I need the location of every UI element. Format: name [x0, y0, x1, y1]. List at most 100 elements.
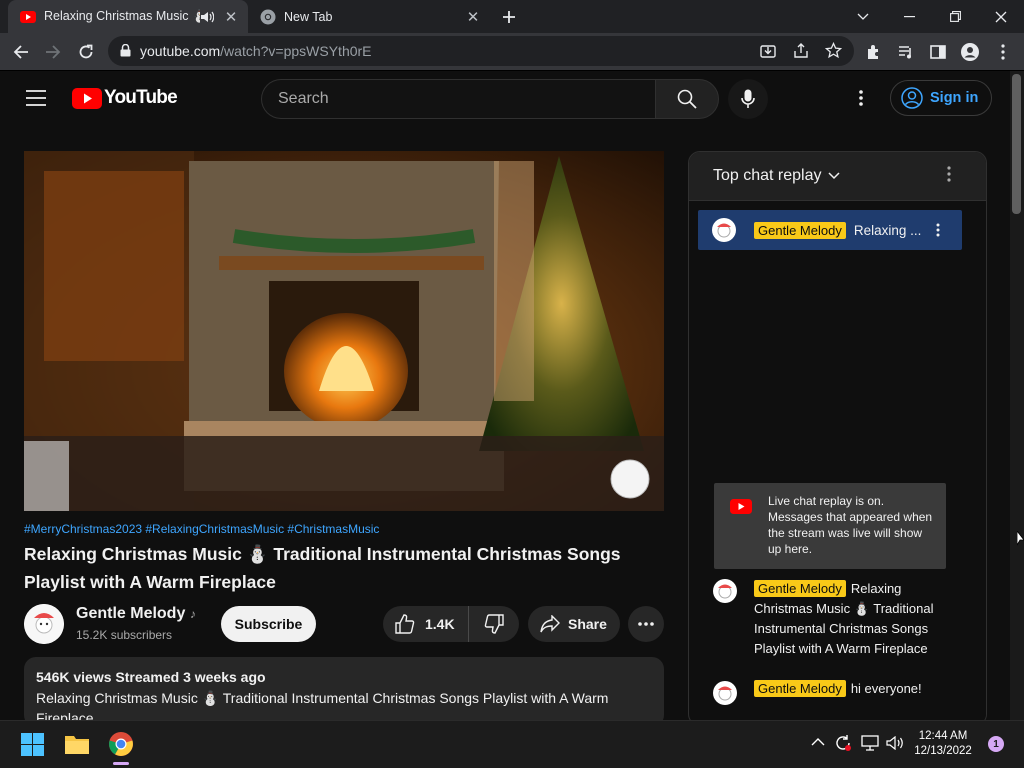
author-badge[interactable]: Gentle Melody: [754, 580, 846, 597]
network-icon[interactable]: [861, 735, 879, 751]
page-scrollbar-thumb[interactable]: [1012, 74, 1021, 214]
tab-search-icon[interactable]: [840, 0, 886, 33]
new-tab-button[interactable]: [498, 6, 520, 28]
video-hashtags[interactable]: #MerryChristmas2023 #RelaxingChristmasMu…: [24, 522, 379, 536]
chat-more-icon[interactable]: [947, 166, 951, 182]
chat-avatar: [712, 218, 736, 242]
active-app-indicator: [113, 762, 129, 765]
system-clock[interactable]: 12:44 AM 12/13/2022: [913, 729, 973, 759]
sync-icon[interactable]: [834, 734, 852, 752]
mouse-cursor-icon: [1017, 531, 1024, 547]
chat-scrollbar[interactable]: [975, 201, 986, 721]
subscribe-button[interactable]: Subscribe: [221, 606, 316, 642]
close-tab-icon[interactable]: ✕: [222, 8, 240, 26]
chat-header: Top chat replay: [689, 152, 986, 201]
more-horizontal-icon: [638, 622, 654, 626]
forward-arrow-icon[interactable]: [42, 41, 64, 63]
audio-playing-icon[interactable]: [200, 11, 214, 23]
video-description[interactable]: 546K views Streamed 3 weeks ago Relaxing…: [24, 657, 664, 727]
search-input[interactable]: Search: [261, 79, 656, 119]
like-count: 1.4K: [425, 616, 455, 632]
share-arrow-icon: [540, 615, 560, 633]
voice-search-button[interactable]: [728, 79, 768, 119]
back-arrow-icon[interactable]: [10, 41, 32, 63]
pinned-message-text: Relaxing ...: [853, 222, 922, 238]
clock-date: 12/13/2022: [914, 745, 972, 757]
chrome-taskbar-icon[interactable]: [108, 731, 134, 757]
chat-message[interactable]: Gentle Melody hi everyone!: [713, 680, 954, 705]
restore-icon[interactable]: [932, 0, 978, 33]
dislike-button[interactable]: [469, 606, 519, 642]
tab-title: Relaxing Christmas Music ⛄: [44, 9, 200, 23]
tab-new-tab[interactable]: New Tab ✕: [250, 0, 490, 33]
channel-name[interactable]: Gentle Melody ♪: [76, 605, 196, 623]
video-player[interactable]: [24, 151, 664, 511]
live-chat-panel: Top chat replay Gentle Melody Relaxing .…: [688, 151, 987, 726]
like-button[interactable]: 1.4K: [383, 606, 469, 642]
chat-message-text: hi everyone!: [850, 681, 922, 696]
author-badge[interactable]: Gentle Melody: [754, 221, 846, 239]
lock-icon[interactable]: [120, 44, 131, 57]
chevron-down-icon: [827, 172, 840, 180]
tab-youtube[interactable]: Relaxing Christmas Music ⛄ ✕: [8, 0, 248, 33]
replay-notice: Live chat replay is on. Messages that ap…: [714, 483, 946, 569]
youtube-play-logo-icon: [72, 87, 102, 109]
pinned-more-icon[interactable]: [936, 223, 940, 237]
music-note-icon: ♪: [189, 607, 196, 621]
thumbs-down-icon: [484, 614, 504, 634]
search-icon: [677, 89, 697, 109]
chat-avatar: [713, 579, 737, 603]
hamburger-menu-icon[interactable]: [26, 90, 46, 106]
reload-icon[interactable]: [75, 41, 97, 63]
address-bar[interactable]: youtube.com/watch?v=ppsWSYth0rE: [108, 36, 854, 66]
media-control-icon[interactable]: [895, 41, 917, 63]
install-app-icon[interactable]: [760, 43, 776, 59]
chat-mode-dropdown[interactable]: Top chat replay: [713, 167, 840, 185]
search-button[interactable]: [655, 79, 719, 119]
clock-time: 12:44 AM: [918, 730, 968, 742]
windows-start-icon[interactable]: [21, 733, 44, 756]
youtube-logo[interactable]: YouTube: [72, 87, 178, 109]
tab-title: New Tab: [284, 9, 333, 24]
chat-title: Top chat replay: [713, 167, 822, 184]
browser-toolbar: youtube.com/watch?v=ppsWSYth0rE: [0, 33, 1024, 71]
sign-in-button[interactable]: Sign in: [890, 80, 992, 116]
browser-menu-icon[interactable]: [992, 41, 1014, 63]
thumbs-up-icon: [395, 614, 415, 634]
youtube-favicon-icon: [20, 10, 36, 23]
close-window-icon[interactable]: [978, 0, 1024, 33]
notification-badge[interactable]: 1: [988, 736, 1004, 752]
sign-in-label: Sign in: [930, 90, 979, 106]
side-panel-icon[interactable]: [927, 41, 949, 63]
author-badge[interactable]: Gentle Melody: [754, 680, 846, 697]
browser-tab-strip: Relaxing Christmas Music ⛄ ✕ New Tab ✕: [0, 0, 1024, 33]
view-count-and-date: 546K views Streamed 3 weeks ago: [36, 669, 266, 685]
extensions-puzzle-icon[interactable]: [863, 41, 885, 63]
settings-more-icon[interactable]: [859, 90, 863, 106]
url-path: /watch?v=ppsWSYth0rE: [220, 43, 372, 59]
pinned-message[interactable]: Gentle Melody Relaxing ...: [698, 210, 962, 250]
share-page-icon[interactable]: [793, 43, 809, 59]
like-dislike-group: 1.4K: [383, 606, 519, 642]
chat-message[interactable]: Gentle Melody Relaxing Christmas Music ⛄ …: [713, 579, 954, 659]
volume-icon[interactable]: [886, 736, 904, 750]
minimize-icon[interactable]: [886, 0, 932, 33]
youtube-logo-icon: [730, 499, 752, 569]
fireplace-scene-image: [24, 151, 664, 511]
replay-notice-text: Live chat replay is on. Messages that ap…: [768, 494, 933, 556]
show-hidden-icons-icon[interactable]: [811, 737, 825, 746]
file-explorer-icon[interactable]: [64, 733, 90, 755]
channel-name-text: Gentle Melody: [76, 605, 186, 622]
more-actions-button[interactable]: [628, 606, 664, 642]
youtube-wordmark: YouTube: [104, 87, 178, 108]
url-host: youtube.com: [140, 43, 221, 59]
microphone-icon: [741, 89, 755, 109]
channel-avatar[interactable]: [24, 604, 64, 644]
share-button[interactable]: Share: [528, 606, 620, 642]
close-tab-icon[interactable]: ✕: [464, 8, 482, 26]
bookmark-star-icon[interactable]: [825, 42, 842, 59]
chat-avatar: [713, 681, 737, 705]
subscriber-count: 15.2K subscribers: [76, 628, 173, 642]
profile-avatar-icon[interactable]: [959, 41, 981, 63]
account-circle-icon: [901, 87, 923, 109]
